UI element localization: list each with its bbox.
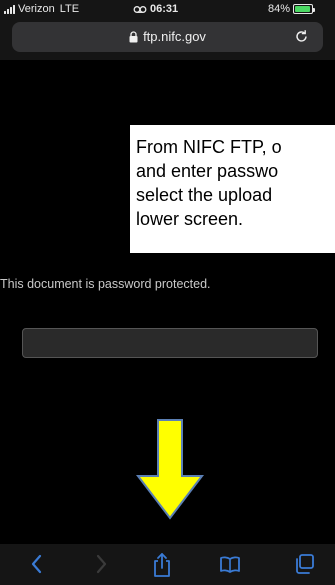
battery-status: 84% xyxy=(267,3,315,15)
forward-icon[interactable] xyxy=(92,552,110,576)
carrier-info: Verizon LTE xyxy=(4,3,79,15)
down-arrow-annotation xyxy=(135,419,205,520)
share-icon[interactable] xyxy=(151,552,173,578)
lock-icon xyxy=(129,30,138,42)
browser-header: ftp.nifc.gov xyxy=(0,18,335,60)
reload-icon[interactable] xyxy=(294,29,309,44)
instruction-callout: From NIFC FTP, o and enter passwo select… xyxy=(130,125,335,253)
time-label: 06:31 xyxy=(150,3,179,15)
callout-line: lower screen. xyxy=(136,209,244,229)
password-input[interactable] xyxy=(22,328,318,358)
status-time: 06:31 xyxy=(133,3,178,15)
network-type: LTE xyxy=(59,3,80,15)
callout-line: and enter passwo xyxy=(136,161,279,181)
call-in-progress-icon xyxy=(133,5,147,13)
callout-line: select the upload xyxy=(136,185,273,205)
signal-strength-icon xyxy=(4,4,15,14)
tabs-icon[interactable] xyxy=(292,552,316,576)
battery-percent: 84% xyxy=(267,3,290,15)
battery-icon xyxy=(293,4,315,14)
password-protected-message: This document is password protected. xyxy=(0,277,211,291)
back-icon[interactable] xyxy=(28,552,46,576)
browser-toolbar xyxy=(0,544,335,585)
status-bar: Verizon LTE 06:31 84% xyxy=(0,0,335,18)
carrier-name: Verizon xyxy=(18,3,55,15)
url-display[interactable]: ftp.nifc.gov xyxy=(12,29,323,44)
address-bar[interactable]: ftp.nifc.gov xyxy=(12,22,323,52)
callout-line: From NIFC FTP, o xyxy=(136,137,282,157)
url-text[interactable]: ftp.nifc.gov xyxy=(143,29,206,44)
bookmarks-icon[interactable] xyxy=(218,552,242,576)
